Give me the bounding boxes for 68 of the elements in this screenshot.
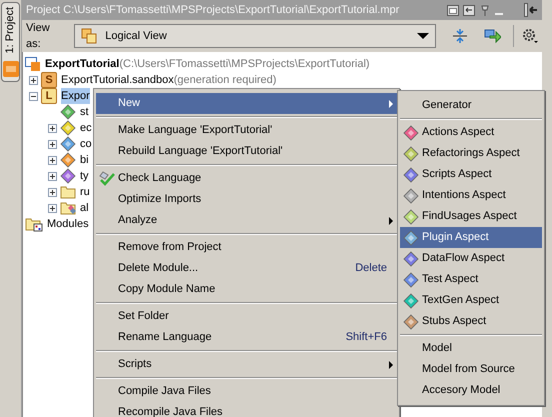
tree-node-label[interactable]: Expor — [61, 88, 90, 104]
tree-node-label[interactable]: ExportTutorial — [45, 56, 120, 72]
expand-icon[interactable] — [48, 188, 56, 196]
expand-icon[interactable] — [48, 172, 56, 180]
submenu-item[interactable]: Accesory Model — [400, 380, 542, 401]
project-tool-tab[interactable]: 1: Project — [1, 2, 20, 82]
tree-node-label[interactable]: ru — [80, 184, 90, 200]
expand-icon[interactable] — [48, 156, 56, 164]
tree-node-label[interactable]: ty — [80, 168, 89, 184]
menu-item[interactable]: Scripts — [96, 354, 397, 375]
submenu-item[interactable]: TextGen Aspect — [400, 290, 542, 311]
collapse-all-icon[interactable] — [452, 28, 468, 44]
submenu-item[interactable]: Refactorings Aspect — [400, 143, 542, 164]
menu-item[interactable]: Make Language 'ExportTutorial' — [96, 120, 397, 141]
settings-icon[interactable] — [522, 28, 538, 44]
folder-icon — [60, 184, 76, 200]
menu-item[interactable]: Analyze — [96, 210, 397, 231]
tree-node-label[interactable]: co — [80, 136, 92, 152]
submenu-item[interactable]: Test Aspect — [400, 269, 542, 290]
menu-item[interactable]: Optimize Imports — [96, 189, 397, 210]
expand-icon[interactable] — [48, 140, 56, 148]
expand-icon[interactable] — [48, 204, 56, 212]
menu-item[interactable]: Remove from Project — [96, 237, 397, 258]
menu-item[interactable]: Rename Language Shift+F6 — [96, 327, 397, 348]
tree-node-label[interactable]: ExportTutorial.sandbox — [61, 72, 174, 88]
panel-title: Project C:\Users\FTomassetti\MPSProjects\ExportTutorial\ExportTutorial.mpr — [26, 2, 400, 18]
tree-node-label[interactable]: bi — [80, 152, 89, 168]
submenu-item[interactable]: Model — [400, 338, 542, 359]
collapse-icon[interactable] — [28, 92, 38, 100]
view-as-label: View as: — [26, 20, 51, 52]
tree-node-note: (C:\Users\FTomassetti\MPSProjects\ExportTutorial) — [119, 56, 370, 72]
menu-item[interactable]: Delete Module... Delete — [96, 258, 397, 279]
tree-node-label[interactable]: st — [80, 104, 89, 120]
submenu-item[interactable]: Actions Aspect — [400, 122, 542, 143]
expand-icon[interactable] — [48, 124, 56, 132]
submenu-item[interactable]: Stubs Aspect — [400, 311, 542, 332]
language-icon: L — [41, 88, 57, 104]
expand-icon[interactable] — [28, 76, 38, 84]
submenu-item[interactable]: Scripts Aspect — [400, 164, 542, 185]
submenu-item[interactable]: Model from Source — [400, 359, 542, 380]
menu-item[interactable]: Rebuild Language 'ExportTutorial' — [96, 141, 397, 162]
hide-icon[interactable] — [524, 3, 538, 17]
project-icon — [25, 56, 41, 72]
tree-node-label[interactable]: Modules — [47, 216, 89, 232]
logical-view-icon — [81, 28, 98, 44]
menu-item[interactable]: New — [96, 93, 397, 114]
dropdown-arrow-icon — [417, 33, 430, 39]
accessory-folder-icon — [60, 200, 76, 216]
pin-icon[interactable] — [479, 4, 490, 16]
menu-item[interactable]: Set Folder — [96, 306, 397, 327]
sync-arrow-icon[interactable] — [484, 28, 502, 44]
tree-node-label[interactable]: ec — [80, 120, 92, 136]
menu-item[interactable]: Compile Java Files — [96, 381, 397, 402]
submenu-item[interactable]: DataFlow Aspect — [400, 248, 542, 269]
solution-icon: S — [41, 72, 57, 88]
submenu-item[interactable]: Generator — [400, 95, 542, 116]
modules-folder-icon — [25, 216, 43, 232]
tree-node-label[interactable]: al — [80, 200, 89, 216]
tree-node-note: (generation required) — [174, 72, 276, 88]
float-icon[interactable] — [447, 4, 459, 16]
submenu-item[interactable]: FindUsages Aspect — [400, 206, 542, 227]
submenu-item[interactable]: Plugin Aspect — [400, 227, 542, 248]
menu-item[interactable]: Copy Module Name — [96, 279, 397, 300]
menu-item[interactable]: Check Language — [96, 168, 397, 189]
app-logo-icon — [2, 61, 18, 78]
submenu-item[interactable]: Intentions Aspect — [400, 185, 542, 206]
dock-icon[interactable] — [463, 4, 475, 16]
view-dropdown[interactable]: Logical View — [74, 24, 436, 48]
